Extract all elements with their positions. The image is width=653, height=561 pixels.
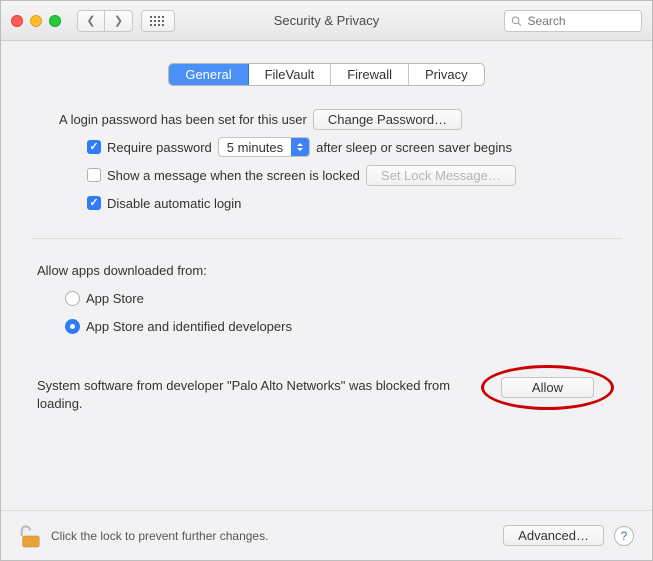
tab-firewall[interactable]: Firewall [331,64,409,85]
show-message-checkbox[interactable] [87,168,101,182]
help-icon: ? [621,529,628,543]
downloads-heading: Allow apps downloaded from: [37,263,207,278]
lock-hint-text: Click the lock to prevent further change… [51,529,268,543]
grid-icon [150,16,166,26]
minimize-window-button[interactable] [30,15,42,27]
nav-buttons: ❮ ❯ [77,10,133,32]
set-lock-message-button: Set Lock Message… [366,165,516,186]
login-section: A login password has been set for this u… [31,108,622,214]
search-icon [511,15,522,27]
back-button[interactable]: ❮ [77,10,105,32]
allow-button[interactable]: Allow [501,377,594,398]
login-password-heading: A login password has been set for this u… [59,112,307,127]
radio-app-store-label: App Store [86,291,144,306]
content-pane: General FileVault Firewall Privacy A log… [1,41,652,560]
blocked-software-row: System software from developer "Palo Alt… [37,377,594,412]
radio-app-store-identified-label: App Store and identified developers [86,319,292,334]
search-field[interactable] [504,10,642,32]
window-controls [11,15,61,27]
radio-app-store-identified[interactable] [65,319,80,334]
tab-privacy[interactable]: Privacy [409,64,484,85]
zoom-window-button[interactable] [49,15,61,27]
close-window-button[interactable] [11,15,23,27]
change-password-button[interactable]: Change Password… [313,109,462,130]
lock-open-icon[interactable] [19,523,41,549]
require-password-label-post: after sleep or screen saver begins [316,140,512,155]
chevron-right-icon: ❯ [114,14,123,27]
radio-app-store[interactable] [65,291,80,306]
search-input[interactable] [526,13,635,29]
require-password-delay-select[interactable]: 5 minutes [218,137,310,157]
security-privacy-window: ❮ ❯ Security & Privacy General FileVault… [0,0,653,561]
require-password-delay-value: 5 minutes [227,140,283,155]
blocked-software-message: System software from developer "Palo Alt… [37,377,489,412]
downloads-section: Allow apps downloaded from: App Store Ap… [31,259,622,412]
advanced-button[interactable]: Advanced… [503,525,604,546]
tab-filevault[interactable]: FileVault [249,64,332,85]
help-button[interactable]: ? [614,526,634,546]
chevron-left-icon: ❮ [86,14,95,27]
select-stepper-icon [291,138,309,156]
require-password-label-pre: Require password [107,140,212,155]
tab-general[interactable]: General [169,64,248,85]
section-divider [31,238,622,239]
disable-auto-login-label: Disable automatic login [107,196,241,211]
forward-button[interactable]: ❯ [105,10,133,32]
show-all-button[interactable] [141,10,175,32]
footer-bar: Click the lock to prevent further change… [1,510,652,560]
tab-bar: General FileVault Firewall Privacy [31,63,622,86]
show-message-label: Show a message when the screen is locked [107,168,360,183]
disable-auto-login-checkbox[interactable] [87,196,101,210]
titlebar: ❮ ❯ Security & Privacy [1,1,652,41]
require-password-checkbox[interactable] [87,140,101,154]
